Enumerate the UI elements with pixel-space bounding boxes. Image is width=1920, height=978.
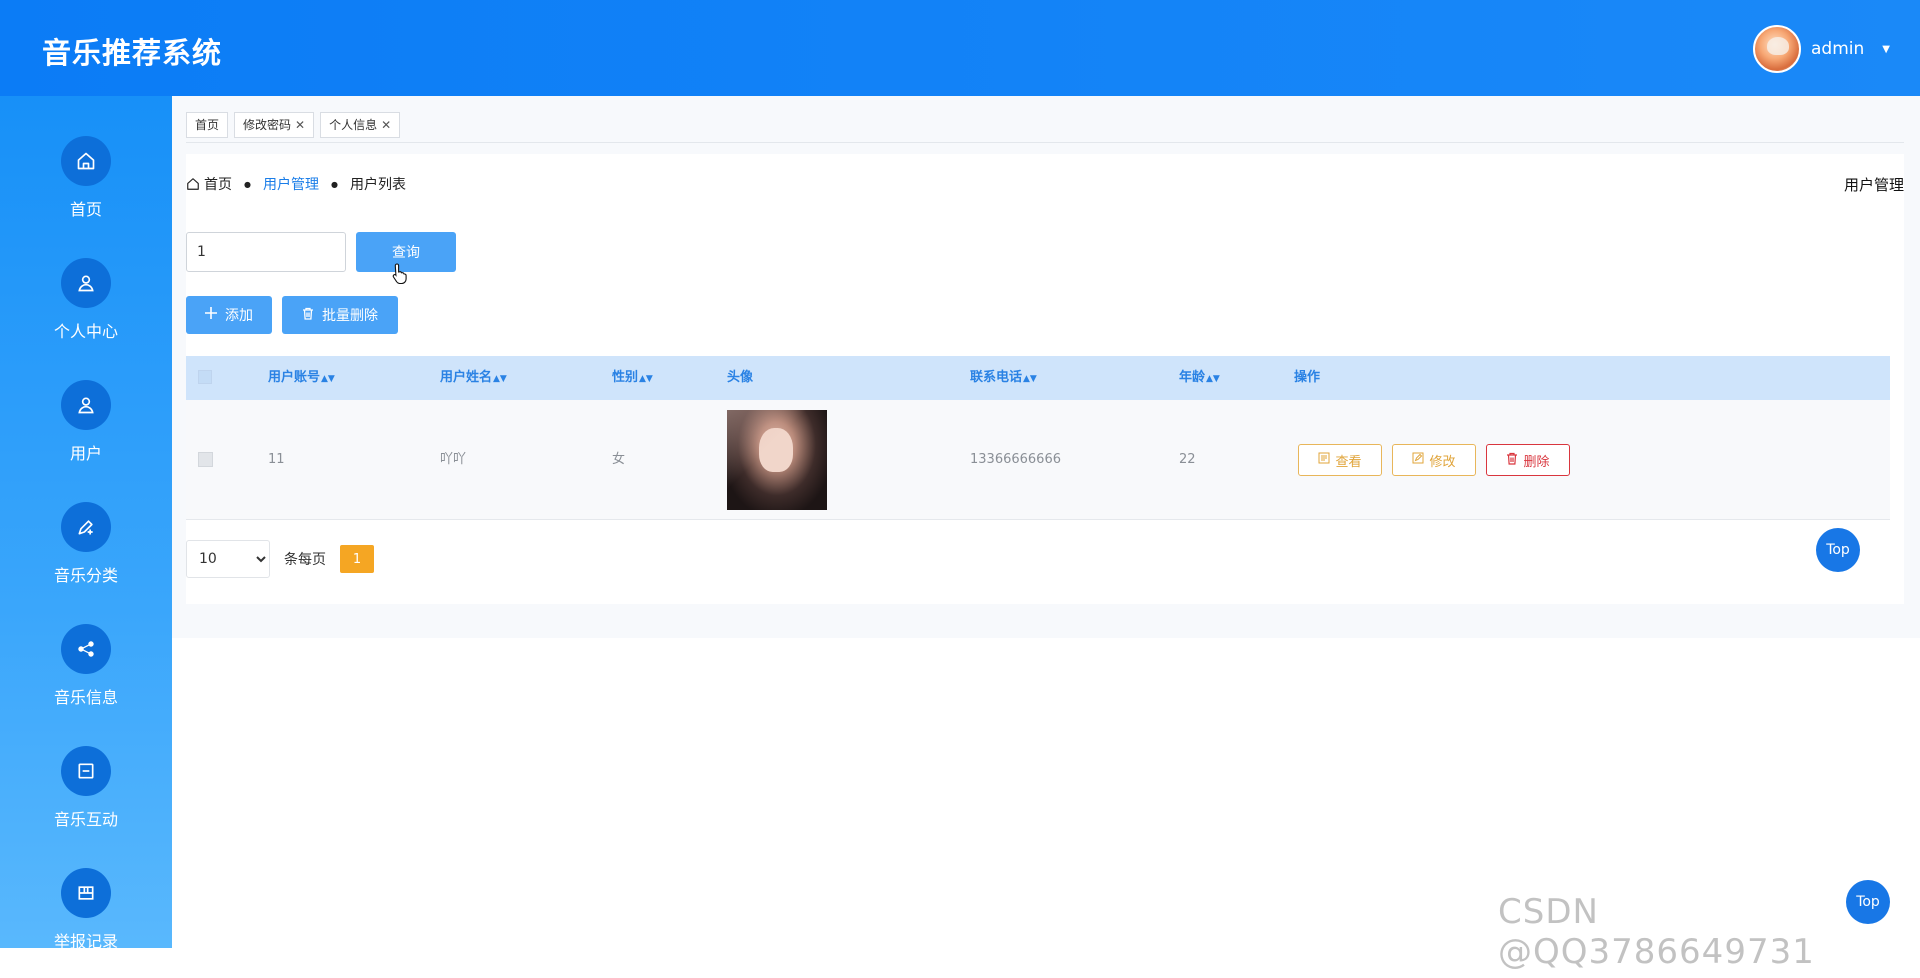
page-size-select[interactable]: 10 <box>186 540 270 578</box>
sidebar-item-personal-center[interactable]: 个人中心 <box>0 258 172 368</box>
per-page-label: 条每页 <box>284 552 326 568</box>
select-all-checkbox[interactable] <box>198 370 212 384</box>
breadcrumb-section[interactable]: 用户管理 <box>263 174 319 194</box>
avatar[interactable] <box>1753 25 1802 73</box>
table-row: 11 吖吖 女 13366666666 22 查看 修改 删除 <box>186 400 1890 520</box>
delete-button[interactable]: 删除 <box>1486 444 1570 476</box>
cell-age: 22 <box>1179 452 1196 467</box>
tabs-divider <box>186 142 1904 143</box>
user-table: 用户账号▲▼ 用户姓名▲▼ 性别▲▼ 头像 联系电话▲▼ 年龄▲▼ 操作 11 … <box>186 356 1890 520</box>
add-button[interactable]: 添加 <box>186 296 272 334</box>
back-to-top-button[interactable]: Top <box>1816 528 1860 572</box>
view-button[interactable]: 查看 <box>1298 444 1382 476</box>
tab-personal-info[interactable]: 个人信息 ✕ <box>320 112 401 138</box>
sidebar-item-label: 音乐信息 <box>53 688 118 707</box>
table-header: 用户账号▲▼ 用户姓名▲▼ 性别▲▼ 头像 联系电话▲▼ 年龄▲▼ 操作 <box>186 356 1890 400</box>
edit-icon <box>1412 452 1424 468</box>
sidebar-item-music-info[interactable]: 音乐信息 <box>0 624 172 734</box>
main-content: 首页 修改密码✕ 个人信息✕ 首页 ● 用户管理 ● 用户列表 用户管理 查询 … <box>172 96 1920 948</box>
breadcrumb-home[interactable]: 首页 <box>204 174 232 194</box>
home-icon <box>61 136 111 186</box>
row-checkbox[interactable] <box>198 452 213 467</box>
sidebar-item-music-interaction[interactable]: 音乐互动 <box>0 746 172 856</box>
sort-icon[interactable]: ▲▼ <box>493 374 507 384</box>
column-header-account[interactable]: 用户账号▲▼ <box>268 356 335 400</box>
user-list-panel: 首页 ● 用户管理 ● 用户列表 用户管理 查询 添加 批量删除 <box>186 154 1904 604</box>
sidebar-item-music-category[interactable]: 音乐分类 <box>0 502 172 612</box>
sidebar-item-label: 首页 <box>69 200 102 219</box>
share-icon <box>61 624 111 674</box>
cell-name: 吖吖 <box>440 452 467 467</box>
document-icon <box>1318 452 1330 468</box>
trash-icon <box>1506 452 1518 469</box>
sidebar-item-home[interactable]: 首页 <box>0 136 172 246</box>
user-avatar-photo[interactable] <box>727 410 827 510</box>
breadcrumb-separator-icon: ● <box>330 179 338 189</box>
tab-bar: 首页 修改密码 ✕ 个人信息 ✕ <box>186 112 401 138</box>
tab-home[interactable]: 首页 <box>186 112 229 138</box>
sort-icon[interactable]: ▲▼ <box>1023 374 1037 384</box>
grid-icon <box>61 868 111 918</box>
column-header-avatar: 头像 <box>727 370 754 385</box>
pen-plus-icon <box>61 502 111 552</box>
caret-down-icon[interactable]: ▼ <box>1882 44 1890 55</box>
sidebar-item-label: 个人中心 <box>53 322 118 341</box>
hand-cursor-icon <box>392 263 407 284</box>
breadcrumb-separator-icon: ● <box>244 179 251 189</box>
sidebar-item-label: 用户 <box>69 444 102 463</box>
sidebar-item-label: 音乐互动 <box>53 810 118 829</box>
column-header-gender[interactable]: 性别▲▼ <box>612 356 653 400</box>
watermark: CSDN @QQ3786649731 <box>1498 892 1815 972</box>
user-icon <box>61 380 111 430</box>
sidebar-item-users[interactable]: 用户 <box>0 380 172 490</box>
breadcrumb-current: 用户列表 <box>349 177 406 193</box>
batch-delete-button[interactable]: 批量删除 <box>282 296 398 334</box>
search-input[interactable] <box>186 232 346 272</box>
sidebar-item-label: 举报记录 <box>53 932 118 951</box>
plus-icon <box>205 307 217 323</box>
username[interactable]: admin <box>1811 39 1864 59</box>
sidebar-item-report-records[interactable]: 举报记录 <box>0 868 172 978</box>
home-icon <box>186 177 200 191</box>
user-icon <box>61 258 111 308</box>
sort-icon[interactable]: ▲▼ <box>321 374 335 384</box>
cell-gender: 女 <box>612 452 626 467</box>
top-bar: 音乐推荐系统 admin ▼ <box>0 0 1920 96</box>
pagination: 10 条每页 1 <box>186 540 374 578</box>
sort-icon[interactable]: ▲▼ <box>639 374 653 384</box>
column-header-name[interactable]: 用户姓名▲▼ <box>440 356 507 400</box>
square-minus-icon <box>61 746 111 796</box>
close-icon[interactable]: ✕ <box>295 113 305 137</box>
breadcrumb: 首页 ● 用户管理 ● 用户列表 <box>186 174 406 194</box>
column-header-actions: 操作 <box>1294 370 1321 385</box>
sort-icon[interactable]: ▲▼ <box>1206 374 1220 384</box>
user-menu[interactable]: admin ▼ <box>1753 24 1890 74</box>
cell-phone: 13366666666 <box>970 452 1061 467</box>
sidebar-item-label: 音乐分类 <box>53 566 118 585</box>
sidebar: 首页 个人中心 用户 音乐分类 音乐信息 音乐互动 举报记录 <box>0 96 172 951</box>
edit-button[interactable]: 修改 <box>1392 444 1476 476</box>
trash-icon <box>302 307 314 324</box>
close-icon[interactable]: ✕ <box>381 113 391 137</box>
column-header-phone[interactable]: 联系电话▲▼ <box>970 356 1037 400</box>
column-header-age[interactable]: 年龄▲▼ <box>1179 356 1220 400</box>
page-title: 用户管理 <box>1843 176 1904 194</box>
page-number-button[interactable]: 1 <box>340 545 374 573</box>
app-title: 音乐推荐系统 <box>42 36 223 70</box>
tab-change-password[interactable]: 修改密码 ✕ <box>234 112 315 138</box>
cell-account: 11 <box>268 452 285 467</box>
